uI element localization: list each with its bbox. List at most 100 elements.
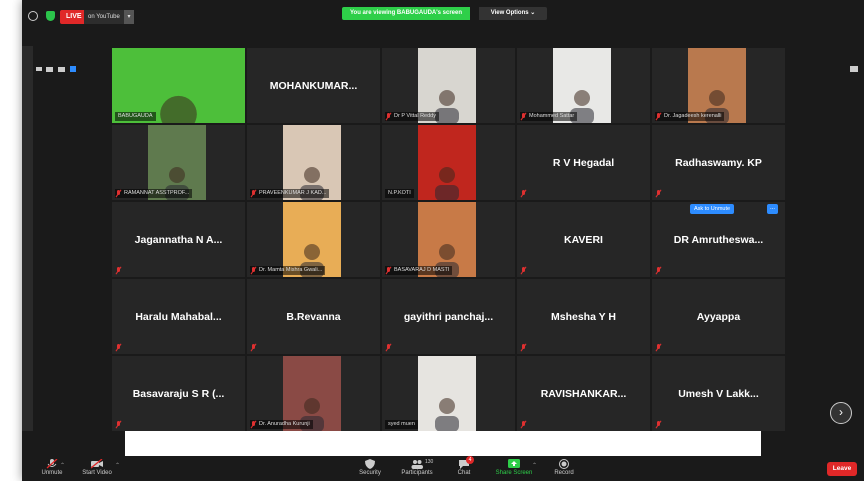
participant-tile[interactable]: BABUGAUDA <box>112 48 245 123</box>
participant-name: gayithri panchaj... <box>403 310 494 323</box>
participant-tile[interactable]: RAVISHANKAR... <box>517 356 650 431</box>
participant-tile[interactable]: Dr. Mamta Mishra Gwali... <box>247 202 380 277</box>
record-icon <box>558 459 570 469</box>
participant-tile[interactable]: RAMANNAT ASSTPROF... <box>112 125 245 200</box>
muted-microphone-icon <box>251 344 257 351</box>
participant-tile[interactable]: PRAVEENKUMAR J KAD... <box>247 125 380 200</box>
participant-name: R V Hegadal <box>552 156 615 169</box>
participant-name: KAVERI <box>564 233 603 246</box>
participant-name-label: RAMANNAT ASSTPROF... <box>115 189 193 198</box>
minimize-icon[interactable] <box>36 67 42 71</box>
start-video-label: Start Video <box>82 470 112 476</box>
muted-microphone-icon <box>656 267 662 274</box>
participant-tile[interactable]: R V Hegadal <box>517 125 650 200</box>
participant-name-label: Mohammed Sattar <box>520 112 578 121</box>
youtube-dropdown-caret[interactable]: ▾ <box>124 10 134 24</box>
participant-name-label: Dr. Mamta Mishra Gwali... <box>250 266 326 275</box>
shield-icon <box>364 459 376 469</box>
participant-tile[interactable]: syed muen <box>382 356 515 431</box>
meeting-controls: Unmute ⌃ Start Video ⌃ Security 130 Part… <box>22 456 864 481</box>
participant-name-label: BASAVARAJ D MASTI <box>385 266 453 275</box>
youtube-label[interactable]: on YouTube <box>84 10 124 24</box>
share-screen-icon <box>508 459 520 469</box>
gallery-view-icon[interactable] <box>70 66 76 72</box>
record-button[interactable]: Record <box>534 456 594 481</box>
participant-name: MOHANKUMAR... <box>269 79 358 92</box>
layout-icon-2[interactable] <box>58 67 65 72</box>
participant-tile[interactable]: Basavaraju S R (... <box>112 356 245 431</box>
muted-microphone-icon <box>521 190 527 197</box>
participant-name: Jagannatha N A... <box>134 233 223 246</box>
participant-tile[interactable]: Jagannatha N A... <box>112 202 245 277</box>
video-options-caret[interactable]: ⌃ <box>115 462 120 469</box>
zoom-window: LIVE on YouTube ▾ You are viewing BABUGA… <box>22 0 864 481</box>
view-options-button[interactable]: View Options ⌄ <box>479 7 547 20</box>
chat-badge: 4 <box>466 456 474 464</box>
security-shield-icon[interactable] <box>46 11 55 21</box>
participant-name: B.Revanna <box>286 310 341 323</box>
ask-to-unmute-button[interactable]: Ask to Unmute <box>690 204 735 214</box>
participant-name-label: Dr. Anuradha Kurunji <box>250 420 313 429</box>
participant-name-label: Dr P Vittal Reddy <box>385 112 439 121</box>
fullscreen-icon[interactable] <box>850 66 858 72</box>
muted-microphone-icon <box>656 190 662 197</box>
participant-name-label: Dr. Jagadeesh kerenalli <box>655 112 725 121</box>
gallery-grid: BABUGAUDA MOHANKUMAR... Dr P Vittal Reddy M… <box>112 48 785 431</box>
participant-name: Umesh V Lakk... <box>678 387 759 400</box>
top-bar: LIVE on YouTube ▾ You are viewing BABUGA… <box>22 0 864 30</box>
participant-tile[interactable]: B.Revanna <box>247 279 380 354</box>
participant-name: Haralu Mahabal... <box>135 310 222 323</box>
muted-microphone-icon <box>656 113 662 120</box>
video-off-icon <box>90 458 103 469</box>
audio-options-caret[interactable]: ⌃ <box>60 462 65 469</box>
info-icon[interactable] <box>28 11 38 21</box>
muted-microphone-icon <box>656 344 662 351</box>
participant-name-label: syed muen <box>385 420 418 429</box>
muted-microphone-icon <box>116 190 122 197</box>
viewing-screen-banner: You are viewing BABUGAUDA's screen <box>342 7 471 20</box>
participant-tile[interactable]: Ayyappa <box>652 279 785 354</box>
participant-video <box>418 125 476 200</box>
bottom-strip <box>125 431 761 456</box>
participant-name: RAVISHANKAR... <box>540 387 627 400</box>
participant-tile[interactable]: KAVERI <box>517 202 650 277</box>
participant-tile[interactable]: Mshesha Y H <box>517 279 650 354</box>
chat-icon: 4 <box>458 456 474 469</box>
participant-tile[interactable]: Radhaswamy. KP <box>652 125 785 200</box>
more-options-button[interactable]: ... <box>767 204 778 214</box>
participant-name-label: PRAVEENKUMAR J KAD... <box>250 189 330 198</box>
muted-microphone-icon <box>521 267 527 274</box>
record-label: Record <box>554 470 574 476</box>
muted-microphone-icon <box>116 344 122 351</box>
leave-button[interactable]: Leave <box>827 462 857 476</box>
participant-tile[interactable]: Dr P Vittal Reddy <box>382 48 515 123</box>
muted-microphone-icon <box>521 344 527 351</box>
muted-microphone-icon <box>521 113 527 120</box>
muted-microphone-icon <box>46 458 58 469</box>
participant-tile[interactable]: Dr. Anuradha Kurunji <box>247 356 380 431</box>
participant-tile[interactable]: MOHANKUMAR... <box>247 48 380 123</box>
participant-tile[interactable]: N.P.KOTI <box>382 125 515 200</box>
muted-microphone-icon <box>116 267 122 274</box>
muted-microphone-icon <box>251 421 257 428</box>
participants-count: 130 <box>425 459 434 465</box>
left-panel <box>22 46 33 431</box>
muted-microphone-icon <box>656 421 662 428</box>
participant-name: Radhaswamy. KP <box>675 156 762 169</box>
participant-tile[interactable]: BASAVARAJ D MASTI <box>382 202 515 277</box>
participant-name: Basavaraju S R (... <box>132 387 225 400</box>
muted-microphone-icon <box>386 113 392 120</box>
muted-microphone-icon <box>386 267 392 274</box>
participant-video <box>418 356 476 431</box>
participant-tile[interactable]: gayithri panchaj... <box>382 279 515 354</box>
participant-tile[interactable]: Dr. Jagadeesh kerenalli <box>652 48 785 123</box>
muted-microphone-icon <box>251 267 257 274</box>
participants-icon <box>411 459 423 469</box>
participant-name: Mshesha Y H <box>551 310 616 323</box>
muted-microphone-icon <box>251 190 257 197</box>
participant-tile[interactable]: Haralu Mahabal... <box>112 279 245 354</box>
participant-tile[interactable]: Mohammed Sattar <box>517 48 650 123</box>
next-page-button[interactable]: › <box>830 402 852 424</box>
participant-tile[interactable]: Umesh V Lakk... <box>652 356 785 431</box>
layout-icon-1[interactable] <box>46 67 53 72</box>
